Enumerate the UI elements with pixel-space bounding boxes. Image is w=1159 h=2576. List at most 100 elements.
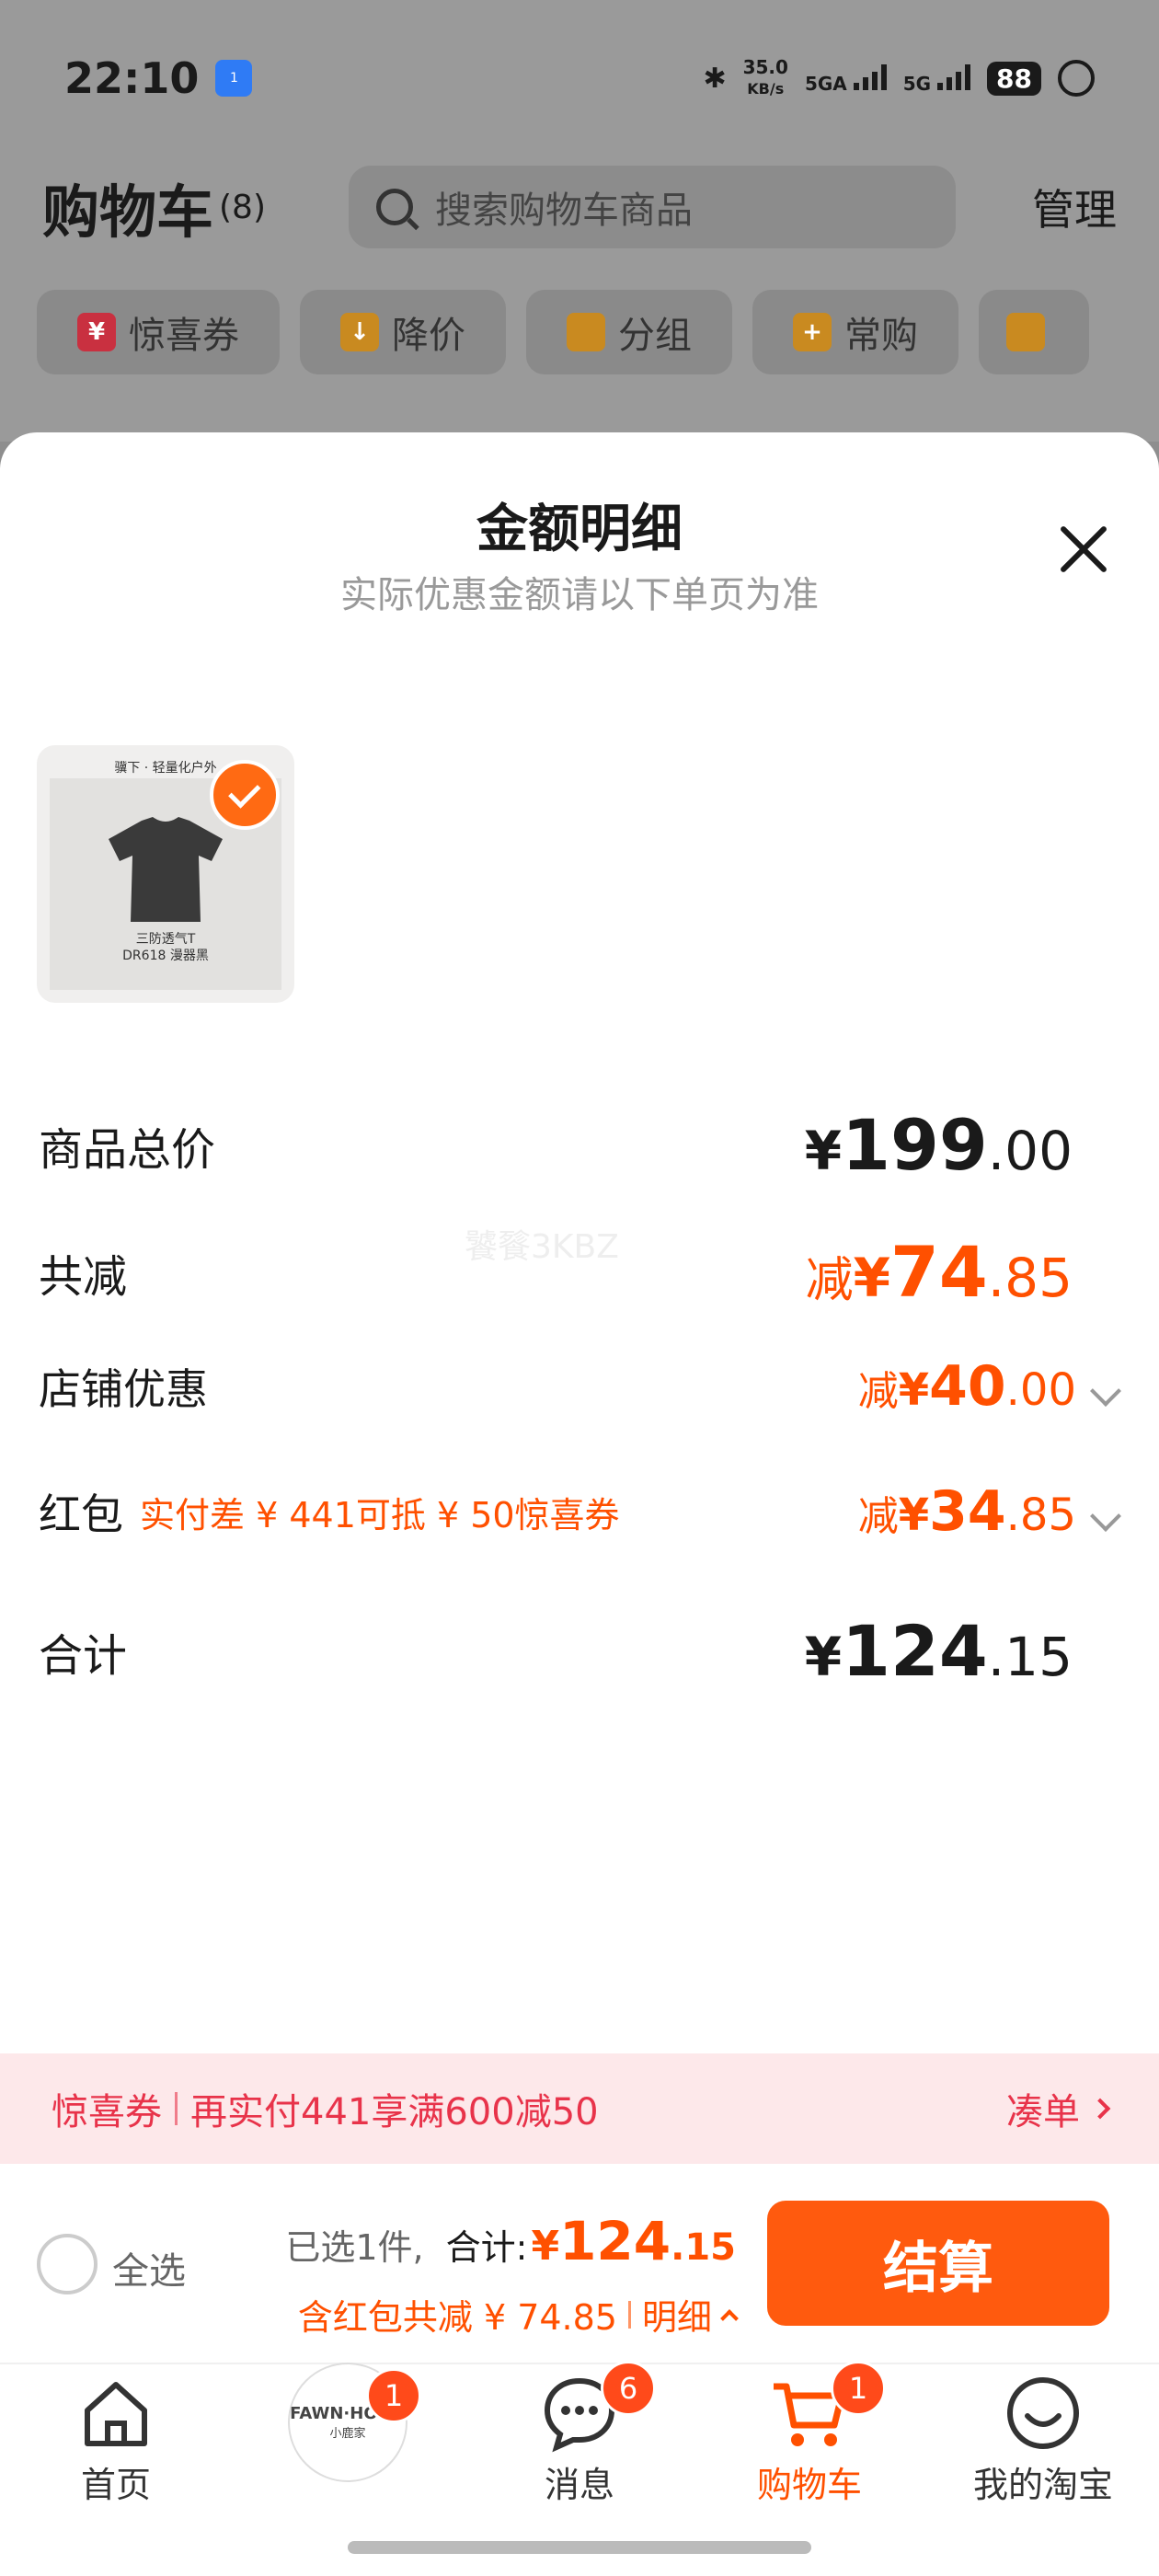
tab-label: 购物车 [756,2465,862,2505]
row-label: 合计 [39,1629,128,1682]
chevron-down-icon[interactable] [1090,1375,1121,1407]
add-items-button[interactable]: 凑单 [1006,2082,1111,2135]
discount-summary[interactable]: 含红包共减 ¥ 74.85 明细 [297,2289,739,2340]
total-label: 合计: [445,2227,528,2268]
checkout-button[interactable]: 结算 [767,2201,1109,2326]
chip-price-drop[interactable]: ↓ 降价 [300,290,506,374]
checkout-bar: 全选 已选1件, 合计: ¥124.15 含红包共减 ¥ 74.85 明细 结算 [0,2164,1159,2363]
selected-check-icon[interactable] [210,760,280,830]
chip-coupon[interactable]: ¥ 惊喜券 [37,290,280,374]
add-items-label: 凑单 [1006,2091,1080,2133]
row-label: 店铺优惠 [39,1364,208,1414]
search-input[interactable]: 搜索购物车商品 [349,166,957,248]
tab-badge: 6 [601,2361,656,2416]
row-label: 红包 [39,1489,123,1539]
smile-icon [1004,2374,1083,2453]
search-icon [376,189,414,225]
total-integer: 124 [559,2210,671,2272]
product-caption-line2: DR618 漫器黑 [122,949,209,963]
battery-level: 88 [987,61,1041,96]
page-title: 购物车 [42,178,214,246]
row-label: 共减 [39,1250,128,1303]
divider [627,2300,631,2329]
status-time: 22:10 [64,53,200,103]
charging-icon [1058,60,1095,97]
row-sum: 合计 ¥ 124 .15 [39,1610,1122,1692]
chip-label: 降价 [392,315,465,357]
coupon-promo-bar: 惊喜券 再实付441享满600减50 凑单 [0,2053,1159,2164]
product-caption: 三防透气T DR618 漫器黑 [50,931,281,964]
row-value: ¥ 199 .00 [805,1104,1073,1186]
store-logo-subtext: 小鹿家 [329,2427,366,2441]
signal-bars-icon [937,63,971,90]
chip-label: 惊喜券 [129,315,239,357]
cart-icon: 1 [770,2361,886,2453]
detail-label: 明细 [641,2297,712,2338]
signal-sim2: 5G [902,63,971,95]
cart-page-background: 22:10 1 ✱ 35.0 KB/s 5GA 5G 88 购物车 (8) 搜索… [0,0,1159,442]
tab-badge: 1 [366,2368,421,2423]
amount-integer: 34 [929,1479,1006,1544]
net-speed: 35.0 KB/s [743,57,788,99]
signal-bars-icon [853,63,887,90]
tab-label: 我的淘宝 [972,2465,1113,2505]
discount-note: 含红包共减 ¥ 74.85 [297,2297,617,2338]
gesture-bar[interactable] [348,2541,811,2554]
sheet-title: 金额明细 [476,500,683,559]
currency-symbol: ¥ [898,1489,930,1541]
chevron-down-icon[interactable] [1090,1501,1121,1532]
tag-icon [1006,313,1045,351]
select-all-label[interactable]: 全选 [112,2241,186,2294]
close-icon[interactable] [1058,524,1109,576]
row-store-discount[interactable]: 店铺优惠 减 ¥ 40 .00 [39,1354,1122,1419]
amount-decimal: .00 [1005,1364,1076,1416]
amount-decimal: .85 [1005,1489,1076,1541]
manage-button[interactable]: 管理 [1032,177,1117,237]
currency-symbol: ¥ [804,1120,843,1182]
amount-detail-sheet: 金额明细 实际优惠金额请以下单页为准 骥下 · 轻量化户外 三防透气T DR61… [0,432,1159,2061]
chip-more[interactable] [979,290,1089,374]
net-speed-unit: KB/s [747,80,785,98]
amount-decimal: .85 [987,1247,1073,1309]
chevron-up-icon [720,2308,739,2328]
amount-integer: 124 [842,1610,988,1692]
tab-badge: 1 [831,2361,886,2416]
signal-sim2-label: 5G [902,72,932,95]
amount-integer: 74 [889,1231,988,1313]
coupon-icon: ¥ [77,313,116,351]
coupon-message: 再实付441享满600减50 [190,2091,599,2133]
folder-icon [567,313,605,351]
amount-integer: 40 [929,1354,1006,1419]
checkout-summary: 已选1件, 合计: ¥124.15 [285,2210,736,2272]
chip-group[interactable]: 分组 [526,290,732,374]
row-value: 减 ¥ 74 .85 [806,1231,1073,1313]
row-value: 减 ¥ 40 .00 [858,1354,1076,1419]
status-bar: 22:10 1 ✱ 35.0 KB/s 5GA 5G 88 [64,46,1095,110]
tab-my-taobao[interactable]: 我的淘宝 [951,2374,1135,2507]
signal-sim1-label: 5GA [804,72,847,95]
discount-prefix: 减 [857,1368,899,1415]
row-total-price: 商品总价 ¥ 199 .00 [39,1104,1122,1186]
sheet-subtitle: 实际优惠金额请以下单页为准 [340,574,819,616]
message-icon: 6 [540,2361,656,2453]
tab-home[interactable]: 首页 [24,2374,208,2507]
amount-integer: 199 [842,1104,988,1186]
price-drop-icon: ↓ [340,313,379,351]
home-icon [76,2374,155,2453]
search-placeholder: 搜索购物车商品 [435,190,694,232]
cart-count: (8) [219,188,267,226]
tab-store[interactable]: FAWN·HOME 小鹿家 1 [256,2363,440,2482]
bluetooth-icon: ✱ [703,62,727,95]
tab-cart[interactable]: 1 购物车 [717,2361,901,2507]
row-value: ¥ 124 .15 [805,1610,1073,1692]
row-value: 减 ¥ 34 .85 [858,1479,1076,1544]
select-all-radio[interactable] [37,2234,98,2294]
chip-label: 常购 [844,315,918,357]
row-total-discount: 共减 减 ¥ 74 .85 [39,1231,1122,1313]
discount-prefix: 减 [805,1253,854,1308]
row-red-packet[interactable]: 红包 实付差 ¥ 441可抵 ¥ 50惊喜券 减 ¥ 34 .85 [39,1479,1122,1544]
currency-symbol: ¥ [898,1364,930,1416]
chip-frequent[interactable]: + 常购 [752,290,958,374]
tab-messages[interactable]: 6 消息 [488,2361,671,2507]
amount-decimal: .15 [987,1626,1073,1688]
